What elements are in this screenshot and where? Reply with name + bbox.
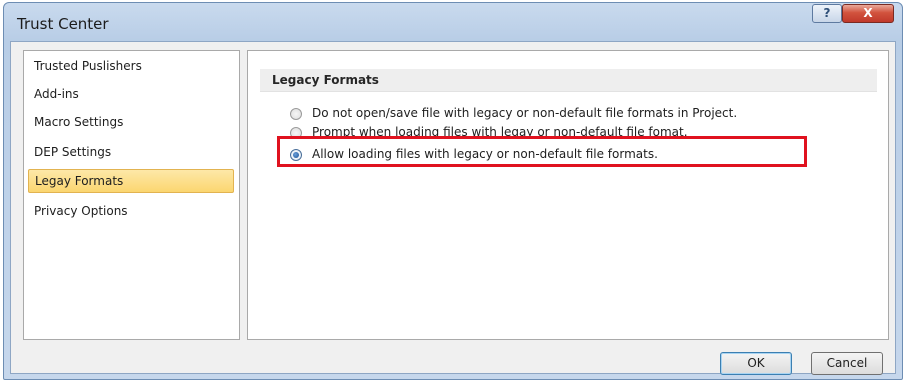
help-button[interactable]: ? (812, 4, 842, 23)
sidebar-item-trusted-publishers[interactable]: Trusted Puslishers (28, 54, 234, 78)
sidebar-item-macro-settings[interactable]: Macro Settings (28, 110, 234, 134)
radio-button[interactable] (290, 108, 302, 120)
settings-panel: Legacy Formats Do not open/save file wit… (247, 50, 889, 340)
ok-button[interactable]: OK (720, 352, 792, 375)
title-bar[interactable]: Trust Center ? X (4, 3, 902, 43)
section-title: Legacy Formats (260, 69, 877, 92)
dialog-client-area: Trusted Puslishers Add-ins Macro Setting… (10, 41, 896, 375)
sidebar-item-dep-settings[interactable]: DEP Settings (28, 140, 234, 164)
option-label: Do not open/save file with legacy or non… (312, 106, 738, 120)
cancel-button[interactable]: Cancel (811, 352, 883, 375)
sidebar-item-legacy-formats[interactable]: Legay Formats (28, 169, 234, 193)
sidebar: Trusted Puslishers Add-ins Macro Setting… (23, 50, 240, 340)
close-button[interactable]: X (842, 4, 894, 23)
highlight-annotation-box (277, 136, 807, 167)
sidebar-item-add-ins[interactable]: Add-ins (28, 82, 234, 106)
sidebar-item-privacy-options[interactable]: Privacy Options (28, 199, 234, 223)
dialog-title: Trust Center (17, 15, 109, 33)
trust-center-dialog: Trust Center ? X Trusted Puslishers Add-… (3, 2, 903, 380)
